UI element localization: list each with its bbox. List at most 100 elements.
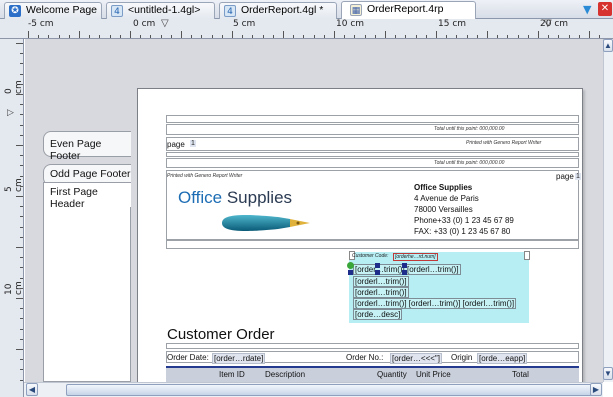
- ruler-tick: [375, 35, 376, 38]
- pen-logo-icon: [222, 215, 310, 231]
- selection-handle[interactable]: [402, 263, 407, 268]
- ruler-tick: [16, 247, 23, 248]
- selection-handle[interactable]: [402, 270, 407, 275]
- tab-welcome-page[interactable]: ✪ Welcome Page: [4, 2, 102, 19]
- report-band[interactable]: [166, 343, 579, 349]
- report-band[interactable]: [166, 115, 579, 123]
- section-tab-even-page-footer[interactable]: Even Page Footer: [43, 131, 131, 162]
- column-header-quantity[interactable]: Quantity: [377, 370, 407, 379]
- column-header-unit-price[interactable]: Unit Price: [416, 370, 451, 379]
- scroll-down-icon[interactable]: ▼: [603, 367, 613, 380]
- report-band[interactable]: [166, 152, 579, 157]
- ruler-corner: [0, 382, 24, 397]
- company-phone[interactable]: Phone+33 (0) 1 23 45 67 89: [414, 216, 514, 226]
- tab-list-dropdown-icon[interactable]: ▼: [583, 2, 591, 17]
- customer-code-field[interactable]: [orderhe…rd.num]: [393, 253, 438, 261]
- selection-handle[interactable]: [375, 270, 380, 275]
- origin-field[interactable]: [orde…eapp]: [477, 353, 528, 364]
- column-header-item-id[interactable]: Item ID: [219, 370, 245, 379]
- vertical-ruler[interactable]: 0 cm 5 cm 10 cm 15 cm ▷: [0, 39, 24, 396]
- ruler-label: 0 cm: [133, 19, 156, 29]
- scroll-up-icon[interactable]: ▲: [603, 39, 613, 52]
- top-margin-marker-icon[interactable]: ▷: [7, 107, 14, 118]
- page-number-field[interactable]: 1: [190, 140, 196, 147]
- horizontal-scrollbar[interactable]: ◀ ▶: [24, 382, 603, 397]
- ruler-tick: [589, 31, 590, 38]
- printed-with-text[interactable]: Printed with Genero Report Writer: [466, 140, 541, 146]
- total-until-text[interactable]: Total until this point: 000,000.00: [434, 126, 504, 132]
- ruler-tick: [28, 31, 29, 38]
- ruler-tick: [20, 227, 23, 228]
- horizontal-ruler[interactable]: -5 cm 0 cm 5 cm 10 cm 15 cm 20 cm ▽ ▽: [0, 18, 613, 39]
- ruler-tick: [20, 329, 23, 330]
- horizontal-scroll-thumb[interactable]: [66, 384, 598, 396]
- selection-handle[interactable]: [375, 263, 380, 268]
- ruler-tick: [20, 216, 23, 217]
- ruler-tick: [222, 35, 223, 38]
- selection-anchor[interactable]: [347, 262, 354, 269]
- order-no-field[interactable]: [order…<<<"]: [390, 353, 442, 364]
- right-margin-marker-icon[interactable]: ▽: [544, 18, 552, 29]
- ruler-tick: [38, 35, 39, 38]
- ruler-tick: [20, 84, 23, 85]
- vertical-scrollbar[interactable]: ▲ ▼: [603, 39, 613, 382]
- ruler-tick: [20, 267, 23, 268]
- close-icon[interactable]: ✕: [598, 2, 612, 16]
- order-no-label[interactable]: Order No.:: [346, 353, 383, 362]
- company-logo[interactable]: Office Supplies: [178, 188, 292, 208]
- ruler-tick: [538, 31, 539, 38]
- company-street[interactable]: 4 Avenue de Paris: [414, 194, 479, 204]
- scroll-right-icon[interactable]: ▶: [590, 383, 602, 396]
- order-date-field[interactable]: [order…rdate]: [212, 353, 266, 364]
- report-title[interactable]: Customer Order: [167, 326, 275, 343]
- ruler-tick: [579, 35, 580, 38]
- section-panel-body: [43, 207, 131, 382]
- ruler-tick: [242, 35, 243, 38]
- 4gl-file-icon: 4: [111, 5, 123, 17]
- page-label[interactable]: page: [556, 172, 574, 181]
- tab-orderreport-4rp[interactable]: ▦ OrderReport.4rp: [341, 1, 476, 20]
- selection-handle[interactable]: [348, 270, 353, 275]
- ruler-tick: [232, 31, 233, 38]
- ruler-tick: [365, 35, 366, 38]
- ruler-tick: [20, 125, 23, 126]
- ruler-tick: [20, 135, 23, 136]
- company-city[interactable]: 78000 Versailles: [414, 205, 473, 215]
- address-field[interactable]: [orderl…trim()]: [353, 287, 409, 298]
- tab-untitled-4gl[interactable]: 4 <untitled-1.4gl>: [106, 2, 215, 19]
- report-band[interactable]: [166, 124, 579, 135]
- origin-label[interactable]: Origin: [451, 353, 472, 362]
- ruler-tick: [507, 35, 508, 38]
- ruler-tick: [344, 35, 345, 38]
- tab-label: OrderReport.4rp: [367, 3, 444, 15]
- left-margin-marker-icon[interactable]: ▽: [161, 18, 169, 29]
- ruler-tick: [467, 35, 468, 38]
- tab-orderreport-4gl[interactable]: 4 OrderReport.4gl *: [219, 2, 337, 19]
- report-band[interactable]: [166, 240, 579, 249]
- ruler-tick: [395, 35, 396, 38]
- ruler-tick: [283, 31, 284, 38]
- order-date-label[interactable]: Order Date:: [167, 353, 209, 362]
- page-label[interactable]: page: [167, 140, 185, 149]
- report-band[interactable]: [166, 158, 579, 168]
- company-name[interactable]: Office Supplies: [414, 183, 472, 193]
- scroll-left-icon[interactable]: ◀: [26, 383, 38, 396]
- page-number-field[interactable]: 1: [575, 173, 581, 180]
- address-field[interactable]: [orderl…trim()] [orderl…trim()] [orderl……: [353, 298, 517, 309]
- container-handle[interactable]: [524, 251, 530, 260]
- column-header-description[interactable]: Description: [265, 370, 305, 379]
- column-header-total[interactable]: Total: [512, 370, 529, 379]
- ruler-tick: [59, 35, 60, 38]
- ruler-tick: [20, 114, 23, 115]
- total-until-text[interactable]: Total until this point: 000,000.00: [434, 160, 504, 166]
- ruler-tick: [497, 35, 498, 38]
- ruler-tick: [263, 35, 264, 38]
- address-field[interactable]: [orde…desc]: [353, 309, 403, 320]
- ruler-tick: [16, 94, 23, 95]
- ruler-tick: [16, 196, 23, 197]
- address-field[interactable]: [orderl…trim()]: [353, 276, 409, 287]
- printed-with-text[interactable]: Printed with Genero Report Writer: [167, 173, 242, 179]
- section-tab-first-page-header[interactable]: First Page Header: [43, 182, 131, 210]
- customer-code-label[interactable]: Customer Code:: [352, 253, 388, 259]
- company-fax[interactable]: FAX: +33 (0) 1 23 45 67 80: [414, 227, 510, 237]
